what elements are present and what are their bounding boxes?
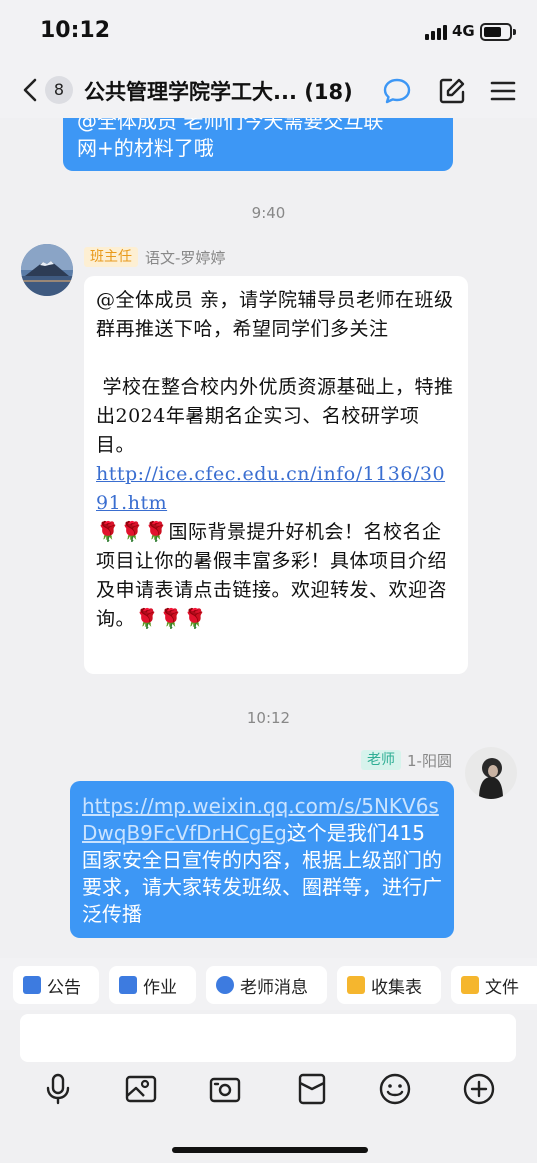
message-link[interactable]: http://ice.cfec.edu.cn/info/1136/3091.ht…: [96, 460, 456, 518]
speech-bubble-icon: [216, 976, 234, 994]
clipboard-icon: [347, 976, 365, 994]
message-input[interactable]: [20, 1014, 516, 1062]
signal-icon: [425, 25, 447, 40]
message-paragraph: @全体成员 亲，请学院辅导员老师在班级群再推送下哈，希望同学们多关注: [96, 289, 454, 340]
rose-emoji: 🌹🌹🌹: [96, 521, 169, 543]
quick-actions-bar: 公告 作业 老师消息 收集表 文件: [0, 958, 537, 1010]
home-indicator: [172, 1147, 368, 1153]
avatar[interactable]: [465, 747, 517, 799]
files-button[interactable]: 文件: [451, 966, 537, 1004]
message-text: @全体成员 老师们今天需要交互联 网+的材料了哦: [77, 118, 384, 160]
chat-bubble-icon[interactable]: [382, 76, 412, 106]
role-badge: 班主任: [84, 247, 138, 267]
role-badge: 老师: [361, 750, 401, 770]
rose-emoji: 🌹🌹🌹: [135, 608, 208, 630]
mountain-avatar-icon: [21, 244, 73, 296]
timestamp: 9:40: [251, 204, 286, 222]
chat-title[interactable]: 公共管理学院学工大... (18): [84, 76, 353, 106]
portrait-avatar-icon: [465, 747, 517, 799]
chat-header: 8 公共管理学院学工大... (18): [0, 62, 537, 118]
microphone-icon[interactable]: [41, 1072, 75, 1106]
message-paragraph: 🌹🌹🌹国际背景提升好机会！名校名企项目让你的暑假丰富多彩！具体项目介绍及申请表请…: [96, 521, 448, 630]
folder-icon: [461, 976, 479, 994]
back-arrow-icon[interactable]: [18, 76, 44, 104]
battery-icon: [480, 23, 516, 41]
timestamp: 10:12: [246, 709, 291, 727]
message-paragraph: 学校在整合校内外优质资源基础上，特推出2024年暑期名企实习、名校研学项目。: [96, 376, 454, 456]
unread-count-badge[interactable]: 8: [45, 76, 73, 104]
plus-icon[interactable]: [462, 1072, 496, 1106]
message-list[interactable]: @全体成员 老师们今天需要交互联 网+的材料了哦 9:40 班主任 语文-罗婷婷…: [0, 118, 537, 958]
network-type: 4G: [452, 22, 475, 40]
message-bubble[interactable]: @全体成员 亲，请学院辅导员老师在班级群再推送下哈，希望同学们多关注 学校在整合…: [84, 276, 468, 674]
homework-button[interactable]: 作业: [109, 966, 196, 1004]
message-text: https://mp.weixin.qq.com/s/5NKV6sDwqB9Fc…: [82, 794, 442, 926]
menu-icon[interactable]: [488, 76, 518, 106]
image-icon[interactable]: [124, 1072, 158, 1106]
pencil-icon: [119, 976, 137, 994]
message-bubble-self[interactable]: https://mp.weixin.qq.com/s/5NKV6sDwqB9Fc…: [70, 781, 454, 938]
status-time: 10:12: [40, 18, 111, 43]
announcement-button[interactable]: 公告: [13, 966, 99, 1004]
sender-name[interactable]: 语文-罗婷婷: [145, 247, 225, 268]
status-bar: 10:12 4G: [0, 0, 537, 62]
edit-icon[interactable]: [437, 76, 467, 106]
megaphone-icon: [23, 976, 41, 994]
emoji-icon[interactable]: [378, 1072, 412, 1106]
avatar[interactable]: [21, 244, 73, 296]
message-bubble-self[interactable]: @全体成员 老师们今天需要交互联 网+的材料了哦: [63, 118, 453, 171]
collect-form-button[interactable]: 收集表: [337, 966, 441, 1004]
sender-name[interactable]: 1-阳圆: [407, 750, 452, 771]
red-packet-icon[interactable]: [295, 1072, 329, 1106]
camera-icon[interactable]: [208, 1072, 242, 1106]
teacher-messages-button[interactable]: 老师消息: [206, 966, 327, 1004]
